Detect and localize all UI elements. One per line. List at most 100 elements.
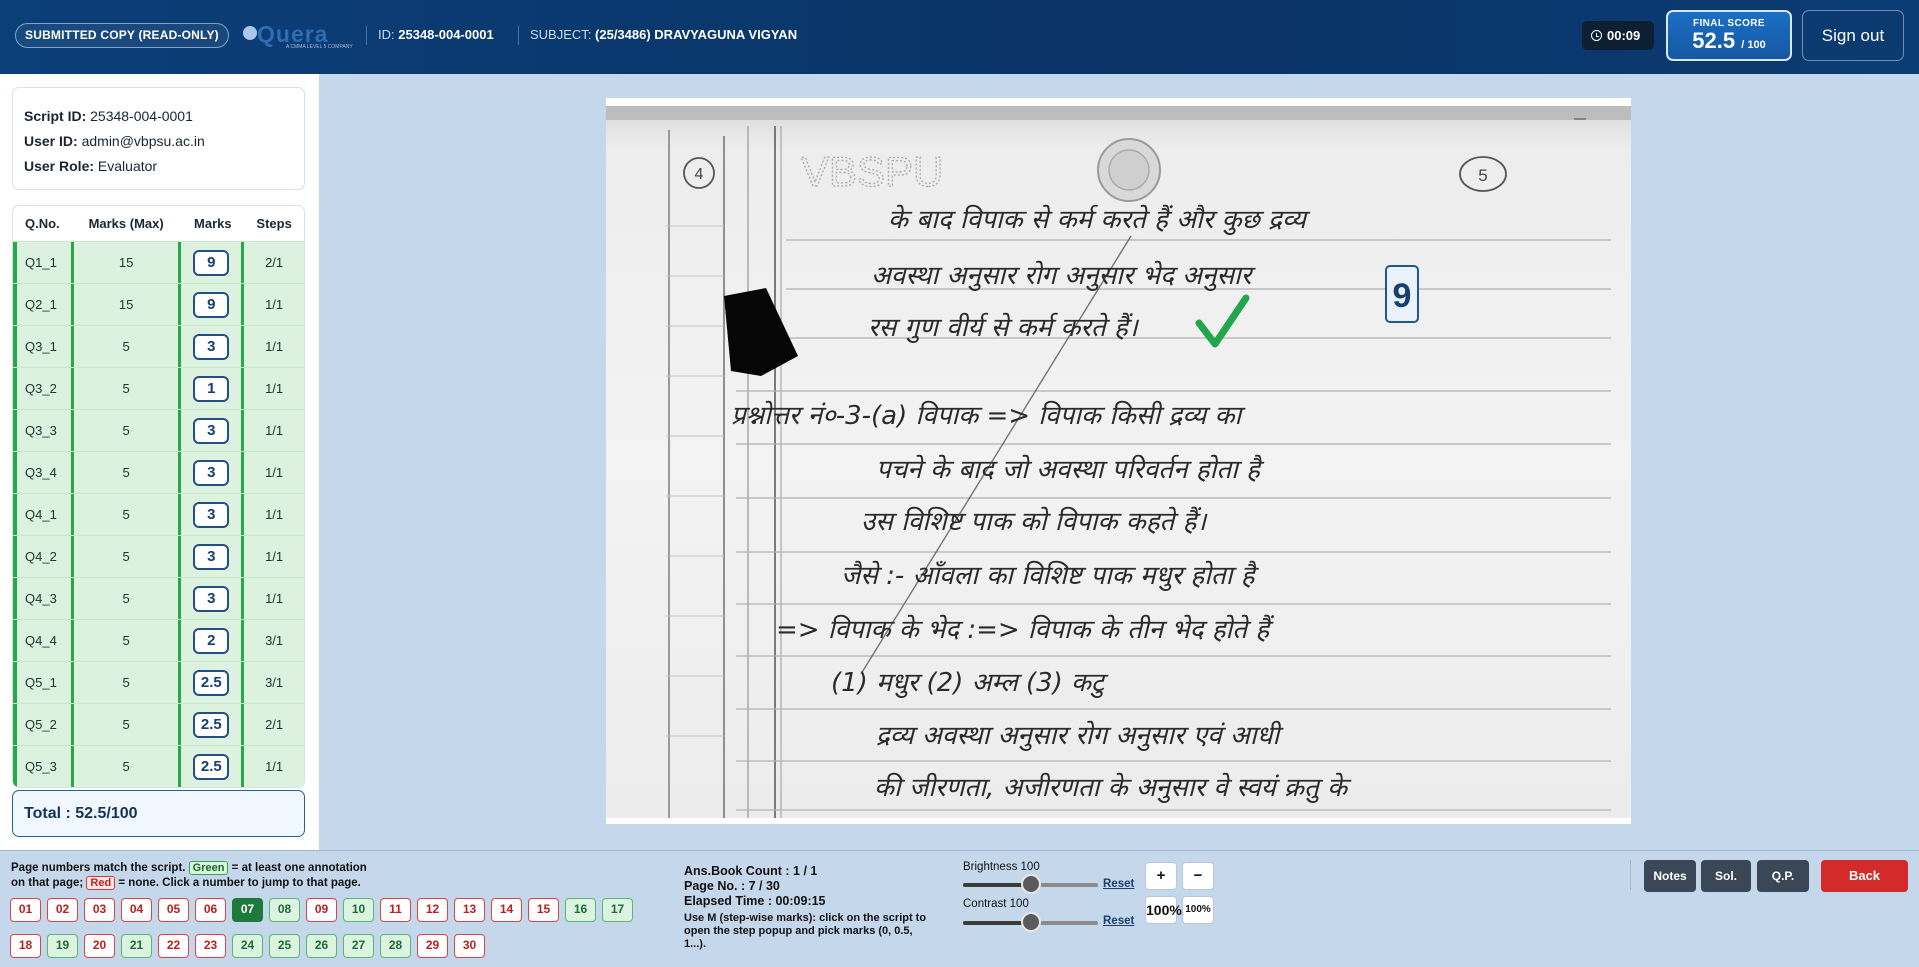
zoom-out-button[interactable]: − xyxy=(1182,862,1214,890)
steps-count: 1/1 xyxy=(265,297,284,312)
awarded-marks[interactable]: 3 xyxy=(193,417,230,444)
awarded-marks[interactable]: 9 xyxy=(193,249,230,276)
brightness-label: Brightness 100 xyxy=(963,861,1040,873)
script-viewer[interactable]: 4 5 VBSPU के बाद विपाक से कर्म करते हैं … xyxy=(319,74,1919,850)
back-button[interactable]: Back xyxy=(1821,860,1908,892)
awarded-marks[interactable]: 2.5 xyxy=(193,669,230,696)
awarded-marks[interactable]: 3 xyxy=(193,501,230,528)
awarded-marks-cell: 9 xyxy=(181,284,245,325)
page-jump-button[interactable]: 24 xyxy=(232,934,263,958)
marks-table-row[interactable]: Q4_2 5 3 1/1 xyxy=(13,535,304,577)
left-sidebar: Script ID: 25348-004-0001 User ID: admin… xyxy=(0,74,319,850)
tick-annotation-icon[interactable] xyxy=(1195,294,1250,348)
page-jump-button[interactable]: 08 xyxy=(269,898,300,922)
page-jump-button[interactable]: 03 xyxy=(84,898,115,922)
page-jump-button[interactable]: 27 xyxy=(343,934,374,958)
page-jump-button[interactable]: 02 xyxy=(47,898,78,922)
awarded-marks[interactable]: 3 xyxy=(193,543,230,570)
steps-count: 2/1 xyxy=(265,717,284,732)
marks-table-row[interactable]: Q5_1 5 2.5 3/1 xyxy=(13,661,304,703)
page-jump-button[interactable]: 20 xyxy=(84,934,115,958)
awarded-marks[interactable]: 2 xyxy=(193,627,230,654)
page-jump-button[interactable]: 17 xyxy=(602,898,633,922)
marks-table-row[interactable]: Q3_2 5 1 1/1 xyxy=(13,367,304,409)
page-jump-button[interactable]: 12 xyxy=(417,898,448,922)
page-jump-button[interactable]: 13 xyxy=(454,898,485,922)
page-jump-button[interactable]: 21 xyxy=(121,934,152,958)
page-jump-button[interactable]: 11 xyxy=(380,898,411,922)
notes-button[interactable]: Notes xyxy=(1644,860,1696,892)
question-number: Q3_3 xyxy=(13,410,71,451)
subject-label: SUBJECT: xyxy=(530,27,592,42)
question-paper-button[interactable]: Q.P. xyxy=(1757,860,1809,892)
awarded-marks-cell: 3 xyxy=(181,410,245,451)
sign-out-button[interactable]: Sign out xyxy=(1802,10,1904,61)
steps-count: 1/1 xyxy=(265,381,284,396)
script-line: के बाद विपाक से कर्म करते हैं और कुछ द्र… xyxy=(888,204,1311,235)
page-jump-button[interactable]: 19 xyxy=(47,934,78,958)
awarded-marks[interactable]: 9 xyxy=(193,291,230,318)
zoom-reset-button[interactable]: 100% xyxy=(1182,896,1214,924)
zoom-level-display[interactable]: 100% xyxy=(1145,896,1182,924)
marks-table-row[interactable]: Q4_3 5 3 1/1 xyxy=(13,577,304,619)
contrast-reset-link[interactable]: Reset xyxy=(1103,915,1134,927)
page-jump-button[interactable]: 14 xyxy=(491,898,522,922)
page-jump-button[interactable]: 07 xyxy=(232,898,263,922)
scanned-page-image[interactable]: 4 5 VBSPU के बाद विपाक से कर्म करते हैं … xyxy=(606,106,1631,818)
marks-table-row[interactable]: Q4_4 5 2 3/1 xyxy=(13,619,304,661)
marks-table-row[interactable]: Q5_3 5 2.5 1/1 xyxy=(13,745,304,787)
col-marks-max: Marks (Max) xyxy=(88,216,164,231)
page-jump-button[interactable]: 26 xyxy=(306,934,337,958)
page-jump-button[interactable]: 28 xyxy=(380,934,411,958)
final-score-value: 52.5 / 100 xyxy=(1668,29,1790,57)
zoom-in-button[interactable]: + xyxy=(1145,862,1177,890)
page-jump-button[interactable]: 16 xyxy=(565,898,596,922)
awarded-marks[interactable]: 1 xyxy=(193,375,230,402)
page-jump-button[interactable]: 15 xyxy=(528,898,559,922)
page-jump-button[interactable]: 01 xyxy=(10,898,41,922)
contrast-handle[interactable] xyxy=(1020,912,1041,932)
marks-table-row[interactable]: Q2_1 15 9 1/1 xyxy=(13,283,304,325)
logo-mark-icon xyxy=(243,26,257,40)
page-number-right: 5 xyxy=(1478,166,1487,185)
page-jump-button[interactable]: 09 xyxy=(306,898,337,922)
brightness-reset-link[interactable]: Reset xyxy=(1103,878,1134,890)
page-jump-button[interactable]: 05 xyxy=(158,898,189,922)
max-marks: 5 xyxy=(70,620,182,661)
mark-stamp-value[interactable]: 9 xyxy=(1393,277,1412,315)
contrast-slider[interactable] xyxy=(963,912,1098,932)
max-marks: 5 xyxy=(70,746,182,787)
final-score-card: FINAL SCORE 52.5 / 100 xyxy=(1666,10,1792,61)
awarded-marks[interactable]: 3 xyxy=(193,333,230,360)
page-jump-button[interactable]: 23 xyxy=(195,934,226,958)
marks-table-row[interactable]: Q3_1 5 3 1/1 xyxy=(13,325,304,367)
logo-tagline: A CMMA LEVEL 5 COMPANY xyxy=(286,44,353,50)
brightness-handle[interactable] xyxy=(1020,874,1041,894)
page-jump-button[interactable]: 22 xyxy=(158,934,189,958)
question-number: Q4_2 xyxy=(13,536,71,577)
page-jump-button[interactable]: 10 xyxy=(343,898,374,922)
awarded-marks[interactable]: 2.5 xyxy=(193,711,230,738)
marks-table-row[interactable]: Q3_3 5 3 1/1 xyxy=(13,409,304,451)
page-jump-button[interactable]: 30 xyxy=(454,934,485,958)
awarded-marks-cell: 2 xyxy=(181,620,245,661)
awarded-marks[interactable]: 3 xyxy=(193,585,230,612)
solution-button[interactable]: Sol. xyxy=(1701,860,1751,892)
script-line: जैसे :- आँवला का विशिष्ट पाक मधुर होता ह… xyxy=(841,560,1260,591)
marks-table-row[interactable]: Q1_1 15 9 2/1 xyxy=(13,241,304,283)
page-jump-button[interactable]: 25 xyxy=(269,934,300,958)
page-jump-button[interactable]: 04 xyxy=(121,898,152,922)
page-legend: Page numbers match the script. Green = a… xyxy=(11,861,367,891)
answer-script-page[interactable]: 4 5 VBSPU के बाद विपाक से कर्म करते हैं … xyxy=(606,98,1631,824)
brightness-slider[interactable] xyxy=(963,874,1098,894)
page-jump-button[interactable]: 29 xyxy=(417,934,448,958)
page-jump-button[interactable]: 18 xyxy=(10,934,41,958)
marks-table-row[interactable]: Q3_4 5 3 1/1 xyxy=(13,451,304,493)
awarded-marks[interactable]: 2.5 xyxy=(193,753,230,780)
legend-line-2: on that page; Red = none. Click a number… xyxy=(11,876,367,891)
awarded-marks-cell: 2.5 xyxy=(181,746,245,787)
page-jump-button[interactable]: 06 xyxy=(195,898,226,922)
awarded-marks[interactable]: 3 xyxy=(193,459,230,486)
marks-table-row[interactable]: Q4_1 5 3 1/1 xyxy=(13,493,304,535)
marks-table-row[interactable]: Q5_2 5 2.5 2/1 xyxy=(13,703,304,745)
